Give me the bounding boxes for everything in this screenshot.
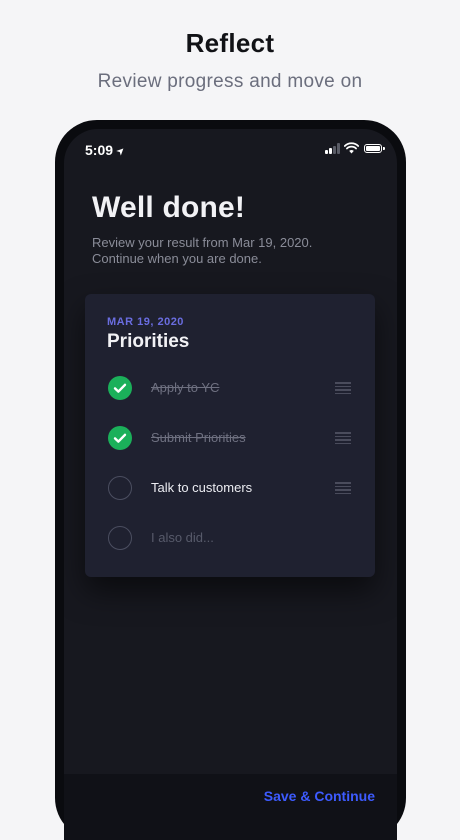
card-date: MAR 19, 2020 [107, 316, 184, 328]
checkbox-checked[interactable] [108, 376, 132, 400]
phone-frame: 5:09➤ Well done! Review your result from… [55, 120, 406, 840]
battery-icon [364, 144, 385, 153]
checkmark-icon [113, 433, 127, 443]
task-item[interactable]: Apply to YC [85, 373, 375, 403]
card-title: Priorities [107, 331, 190, 352]
save-continue-button[interactable]: Save & Continue [264, 788, 375, 804]
wifi-icon [344, 142, 359, 154]
new-task-row[interactable]: I also did... [85, 523, 375, 553]
intro-line-1: Review your result from Mar 19, 2020. [92, 235, 313, 250]
status-bar-time: 5:09➤ [85, 142, 129, 159]
bottom-bar: Save & Continue [64, 774, 397, 840]
intro-line-2: Continue when you are done. [92, 251, 262, 266]
drag-handle-icon[interactable] [335, 482, 351, 494]
task-item[interactable]: Talk to customers [85, 473, 375, 503]
task-label: Talk to customers [151, 480, 253, 495]
task-item[interactable]: Submit Priorities [85, 423, 375, 453]
task-label: Submit Priorities [151, 430, 246, 445]
page-title: Well done! [92, 191, 246, 224]
drag-handle-icon[interactable] [335, 432, 351, 444]
intro-text: Review your result from Mar 19, 2020. Co… [92, 235, 372, 267]
new-task-input[interactable]: I also did... [151, 530, 214, 545]
promo-subtitle: Review progress and move on [97, 71, 363, 92]
priorities-card: MAR 19, 2020 Priorities Apply to YC Subm… [85, 294, 375, 577]
status-time-text: 5:09 [85, 142, 114, 158]
checkbox-unchecked[interactable] [108, 526, 132, 550]
checkmark-icon [113, 383, 127, 393]
drag-handle-icon[interactable] [335, 382, 351, 394]
checkbox-unchecked[interactable] [108, 476, 132, 500]
cellular-signal-icon [325, 143, 341, 154]
location-arrow-icon: ➤ [114, 144, 129, 159]
task-label: Apply to YC [151, 380, 220, 395]
promo-title: Reflect [185, 28, 275, 58]
checkbox-checked[interactable] [108, 426, 132, 450]
app-screen: 5:09➤ Well done! Review your result from… [64, 129, 397, 840]
